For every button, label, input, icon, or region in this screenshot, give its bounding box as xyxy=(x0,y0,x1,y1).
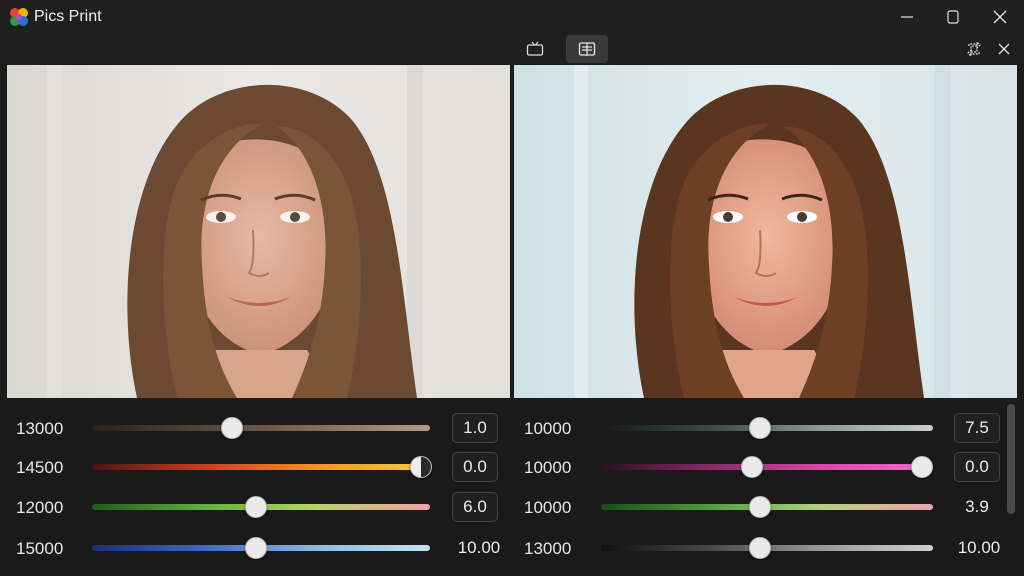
slider-thumb[interactable] xyxy=(245,496,267,518)
slider-thumb[interactable] xyxy=(245,537,267,559)
value-field[interactable]: 1.0 xyxy=(452,413,498,443)
slider-label: 15000 xyxy=(16,539,64,558)
tv-view-icon xyxy=(526,41,544,56)
adjusted-photo xyxy=(514,65,1017,398)
slider-label: 10000 xyxy=(524,419,572,438)
crop-rotate-icon xyxy=(967,41,981,57)
slider-label: 12000 xyxy=(16,498,64,517)
value-field[interactable]: 0.0 xyxy=(954,452,1000,482)
restore-button[interactable] xyxy=(930,0,976,34)
value-field[interactable]: 0.0 xyxy=(452,452,498,482)
slider-label: 13000 xyxy=(16,419,64,438)
slider-label: 14500 xyxy=(16,458,64,477)
slider-thumb[interactable] xyxy=(221,417,243,439)
left-slider-row: 15000 10.00 xyxy=(0,532,512,564)
vertical-scrollbar[interactable] xyxy=(1007,404,1015,514)
value-field[interactable]: 6.0 xyxy=(452,492,498,522)
value-field[interactable]: 10.00 xyxy=(954,533,1004,563)
slider-label: 10000 xyxy=(524,458,572,477)
compare-view-button[interactable] xyxy=(566,35,608,63)
slider-thumb[interactable] xyxy=(749,496,771,518)
left-slider-row: 13000 1.0 xyxy=(0,412,512,444)
app-logo-icon xyxy=(10,8,28,26)
slider-thumb[interactable] xyxy=(749,537,771,559)
compare-view-icon xyxy=(578,42,596,56)
slider-track[interactable] xyxy=(92,464,430,470)
title-bar: Pics Print xyxy=(0,0,1024,34)
slider-track[interactable] xyxy=(92,425,430,431)
right-slider-row: 13000 10.00 xyxy=(512,532,1012,564)
minimize-icon xyxy=(901,16,913,18)
left-slider-row: 14500 0.0 xyxy=(0,451,512,483)
slider-thumb[interactable] xyxy=(741,456,763,478)
original-photo xyxy=(7,65,510,398)
close-icon xyxy=(998,43,1010,55)
minimize-button[interactable] xyxy=(884,0,930,34)
slider-thumb-secondary[interactable] xyxy=(911,456,933,478)
value-field[interactable]: 10.00 xyxy=(454,533,504,563)
slider-track[interactable] xyxy=(601,464,933,470)
slider-thumb[interactable] xyxy=(410,456,432,478)
close-window-button[interactable] xyxy=(977,0,1023,34)
close-panel-button[interactable] xyxy=(986,35,1022,63)
right-slider-row: 10000 7.5 xyxy=(512,412,1012,444)
slider-thumb[interactable] xyxy=(749,417,771,439)
restore-icon xyxy=(947,10,959,24)
right-slider-row: 10000 0.0 xyxy=(512,451,1012,483)
single-view-button[interactable] xyxy=(514,35,556,63)
view-toolbar xyxy=(0,34,1024,64)
value-field[interactable]: 7.5 xyxy=(954,413,1000,443)
value-field[interactable]: 3.9 xyxy=(954,492,1000,522)
slider-label: 10000 xyxy=(524,498,572,517)
slider-label: 13000 xyxy=(524,539,572,558)
left-slider-row: 12000 6.0 xyxy=(0,491,512,523)
right-slider-row: 10000 3.9 xyxy=(512,491,1012,523)
app-title: Pics Print xyxy=(34,8,102,25)
close-icon xyxy=(993,10,1007,24)
